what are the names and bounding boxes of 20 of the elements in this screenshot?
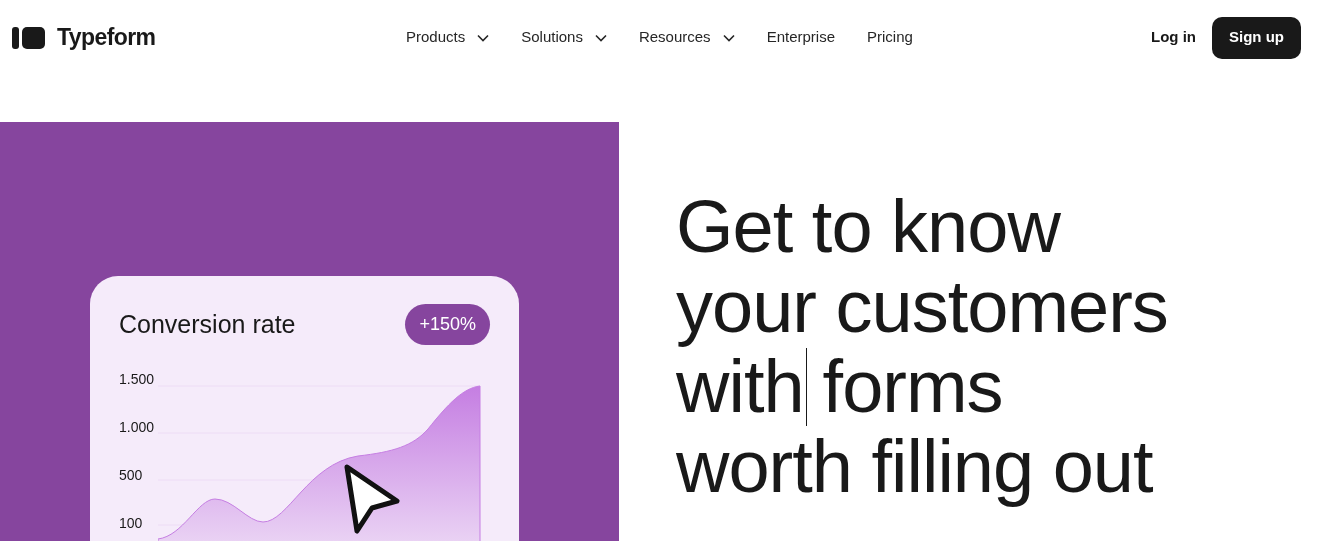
axis-label: 100 [119,514,144,533]
axis-label: 500 [119,466,144,485]
axis-label: 1.500 [119,370,155,389]
headline-text: worth filling out [676,427,1153,507]
brand-name[interactable]: Typeform [57,20,156,55]
login-link[interactable]: Log in [1151,26,1196,49]
headline-text: forms [822,347,1003,427]
signup-button[interactable]: Sign up [1212,16,1301,59]
growth-badge: +150% [405,304,490,345]
logo-icon[interactable] [12,26,45,49]
headline-text: with [676,347,804,427]
nav-link[interactable]: Solutions [521,26,607,49]
axis-label: 1.000 [119,418,155,437]
headline-text: Get to know [676,187,1060,267]
nav-link[interactable]: Resources [638,26,735,49]
nav-link[interactable]: Enterprise [766,26,835,49]
headline-text: your customers [676,267,1168,347]
card-title: Conversion rate [119,308,296,340]
nav-link[interactable]: Products [406,26,490,49]
nav-link[interactable]: Pricing [867,26,913,49]
